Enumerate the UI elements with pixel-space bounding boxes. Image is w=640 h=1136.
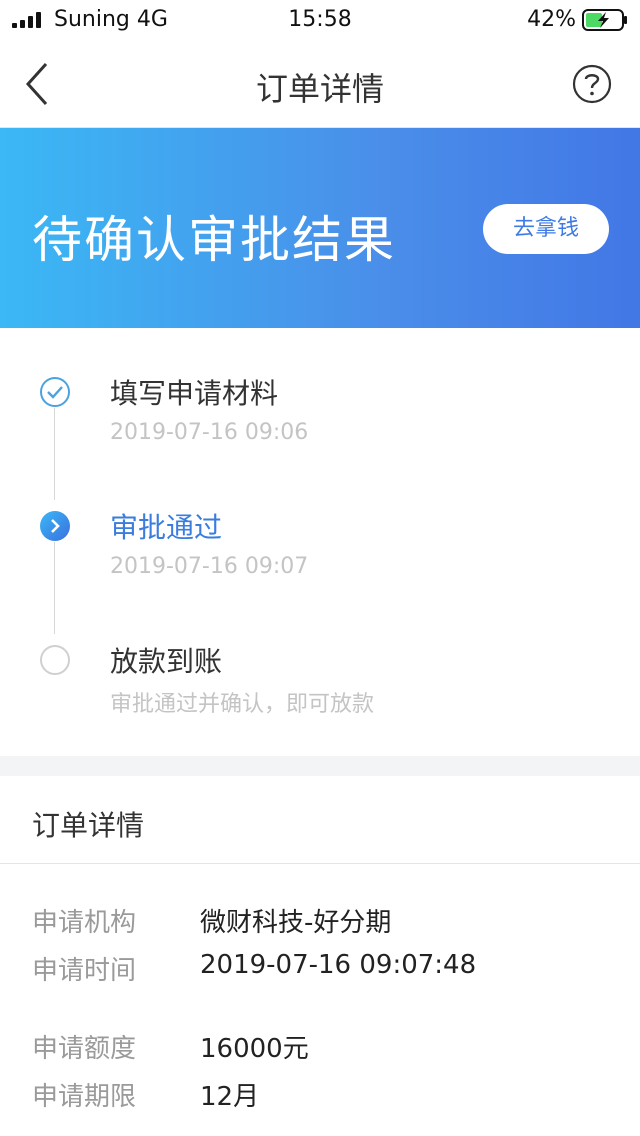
check-circle-icon (40, 377, 70, 407)
timeline-step-title: 填写申请材料 (110, 377, 279, 410)
detail-label: 申请时间 (32, 956, 137, 986)
timeline-step-title: 放款到账 (110, 645, 223, 678)
battery-icon (582, 9, 627, 31)
detail-row-amount: 申请额度 16000元 (0, 1028, 640, 1068)
section-divider (0, 756, 640, 776)
timeline-connector (54, 542, 55, 634)
arrow-right-circle-icon (40, 511, 70, 541)
detail-row-institution: 申请机构 微财科技-好分期 (0, 902, 640, 942)
detail-value: 微财科技-好分期 (200, 908, 392, 938)
timeline-connector (54, 408, 55, 500)
battery-percent: 42% (527, 7, 576, 32)
page-title: 订单详情 (255, 70, 384, 108)
detail-value: 2019-07-16 09:07:48 (200, 950, 477, 980)
timeline-step-hint: 审批通过并确认，即可放款 (110, 692, 375, 717)
navigation-bar: 订单详情 (0, 40, 640, 128)
detail-row-term: 申请期限 12月 (0, 1076, 640, 1116)
progress-timeline: 填写申请材料 2019-07-16 09:06 审批通过 2019-07-16 … (0, 328, 640, 756)
banner-title: 待确认审批结果 (32, 211, 396, 269)
question-circle-icon[interactable] (572, 64, 612, 104)
timeline-step-time: 2019-07-16 09:07 (110, 554, 309, 579)
detail-label: 申请机构 (32, 908, 137, 938)
order-details-header: 订单详情 (0, 776, 640, 864)
empty-circle-icon (40, 645, 70, 675)
timeline-step-title: 审批通过 (110, 511, 223, 544)
section-title: 订单详情 (32, 809, 145, 842)
status-banner: 待确认审批结果 去拿钱 (0, 128, 640, 328)
detail-row-time: 申请时间 2019-07-16 09:07:48 (0, 950, 640, 990)
status-bar: Suning 4G 15:58 42% (0, 0, 640, 40)
timeline-step-time: 2019-07-16 09:06 (110, 420, 309, 445)
get-money-button[interactable]: 去拿钱 (483, 204, 609, 254)
detail-value: 16000元 (200, 1034, 309, 1064)
detail-label: 申请期限 (32, 1082, 137, 1112)
detail-value: 12月 (200, 1082, 260, 1112)
detail-label: 申请额度 (32, 1034, 137, 1064)
